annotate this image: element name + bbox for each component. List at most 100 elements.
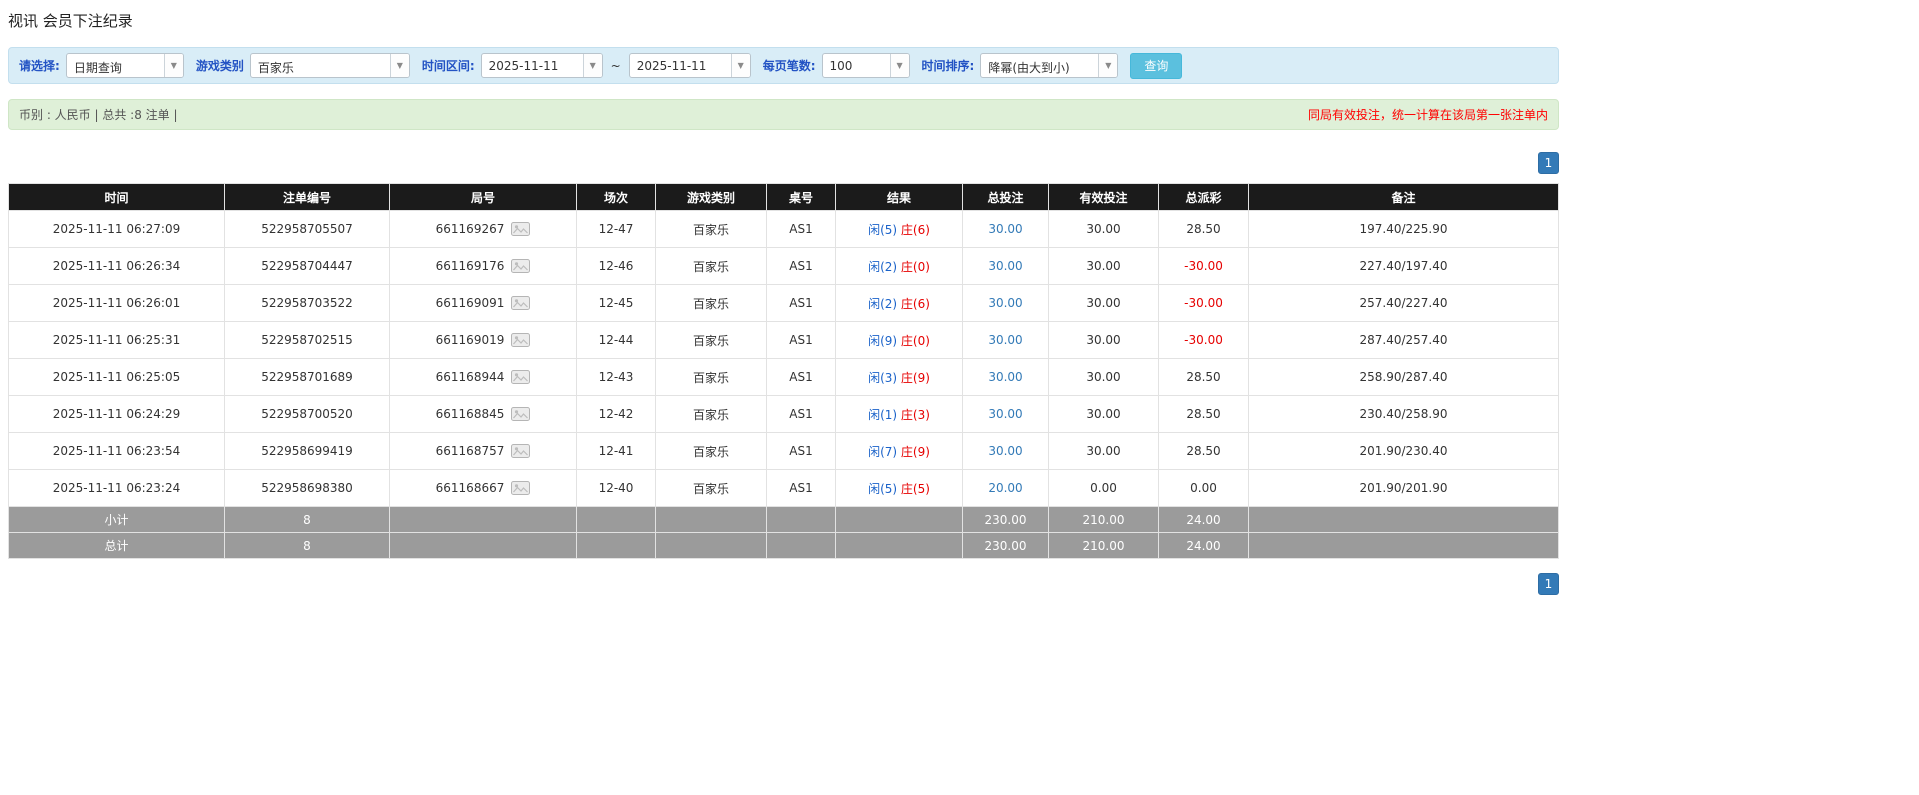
note-cell: 258.90/287.40 (1249, 359, 1559, 396)
summary-text: 币别 : 人民币 | 总共 :8 注单 | (19, 106, 178, 123)
round-cell: 661168845 (390, 396, 577, 433)
session-cell: 12-43 (577, 359, 656, 396)
total-bet-link[interactable]: 30.00 (988, 370, 1022, 384)
card-result-image-icon[interactable] (511, 296, 530, 310)
total-bet-link[interactable]: 30.00 (988, 444, 1022, 458)
date-to-select[interactable]: 2025-11-11 ▼ (629, 53, 751, 78)
game-type-value: 百家乐 (251, 54, 390, 77)
summary-valid-bet: 210.00 (1049, 507, 1159, 533)
total-bet-link[interactable]: 30.00 (988, 259, 1022, 273)
total-bet-link[interactable]: 20.00 (988, 481, 1022, 495)
banker-result: 庄(6) (901, 223, 930, 237)
game-type-select[interactable]: 百家乐 ▼ (250, 53, 410, 78)
pagination-top: 1 (8, 152, 1559, 174)
table-number-cell: AS1 (767, 322, 836, 359)
chevron-down-icon[interactable]: ▼ (164, 54, 183, 77)
page-container: 视讯 会员下注纪录 请选择: 日期查询 ▼ 游戏类别 百家乐 ▼ 时间区间: 2… (8, 10, 1559, 595)
card-result-image-icon[interactable] (511, 370, 530, 384)
card-result-image-icon[interactable] (511, 444, 530, 458)
sort-order-value: 降幂(由大到小) (981, 54, 1098, 77)
valid-bet-cell: 30.00 (1049, 248, 1159, 285)
chevron-down-icon[interactable]: ▼ (731, 54, 750, 77)
player-result: 闲(5) (868, 482, 897, 496)
result-cell: 闲(2) 庄(0) (836, 248, 963, 285)
date-range-label: 时间区间: (422, 57, 475, 74)
note-cell: 201.90/201.90 (1249, 470, 1559, 507)
chevron-down-icon[interactable]: ▼ (583, 54, 602, 77)
chevron-down-icon[interactable]: ▼ (1098, 54, 1117, 77)
search-button[interactable]: 查询 (1130, 53, 1182, 79)
query-type-select[interactable]: 日期查询 ▼ (66, 53, 184, 78)
page-size-label: 每页笔数: (763, 57, 816, 74)
time-cell: 2025-11-11 06:26:01 (9, 285, 225, 322)
card-result-image-icon[interactable] (511, 481, 530, 495)
session-cell: 12-45 (577, 285, 656, 322)
chevron-down-icon[interactable]: ▼ (890, 54, 909, 77)
result-cell: 闲(5) 庄(6) (836, 211, 963, 248)
summary-count: 8 (225, 507, 390, 533)
table-row: 2025-11-11 06:26:01522958703522661169091… (9, 285, 1559, 322)
card-result-image-icon[interactable] (511, 222, 530, 236)
summary-payout: 24.00 (1159, 507, 1249, 533)
session-cell: 12-40 (577, 470, 656, 507)
table-row: 2025-11-11 06:23:24522958698380661168667… (9, 470, 1559, 507)
card-result-image-icon[interactable] (511, 407, 530, 421)
bet-records-table: 时间注单编号局号场次游戏类别桌号结果总投注有效投注总派彩备注 2025-11-1… (8, 183, 1559, 559)
date-from-select[interactable]: 2025-11-11 ▼ (481, 53, 603, 78)
table-number-cell: AS1 (767, 470, 836, 507)
player-result: 闲(1) (868, 408, 897, 422)
result-cell: 闲(5) 庄(5) (836, 470, 963, 507)
total-bet-cell: 30.00 (963, 433, 1049, 470)
card-result-image-icon[interactable] (511, 259, 530, 273)
column-header: 总派彩 (1159, 184, 1249, 211)
valid-bet-cell: 0.00 (1049, 470, 1159, 507)
time-cell: 2025-11-11 06:25:31 (9, 322, 225, 359)
card-result-image-icon[interactable] (511, 333, 530, 347)
bet-id-cell: 522958702515 (225, 322, 390, 359)
payout-cell: -30.00 (1159, 285, 1249, 322)
column-header: 注单编号 (225, 184, 390, 211)
game-type-cell: 百家乐 (656, 433, 767, 470)
page-title: 视讯 会员下注纪录 (8, 10, 1559, 31)
time-cell: 2025-11-11 06:24:29 (9, 396, 225, 433)
time-cell: 2025-11-11 06:23:24 (9, 470, 225, 507)
table-number-cell: AS1 (767, 248, 836, 285)
total-bet-cell: 30.00 (963, 285, 1049, 322)
chevron-down-icon[interactable]: ▼ (390, 54, 409, 77)
column-header: 总投注 (963, 184, 1049, 211)
page-1-button[interactable]: 1 (1538, 573, 1559, 595)
session-cell: 12-41 (577, 433, 656, 470)
game-type-cell: 百家乐 (656, 396, 767, 433)
round-number: 661169091 (436, 296, 505, 310)
round-cell: 661169176 (390, 248, 577, 285)
result-cell: 闲(1) 庄(3) (836, 396, 963, 433)
bet-id-cell: 522958699419 (225, 433, 390, 470)
round-number: 661168845 (436, 407, 505, 421)
session-cell: 12-46 (577, 248, 656, 285)
round-cell: 661168944 (390, 359, 577, 396)
summary-payout: 24.00 (1159, 533, 1249, 559)
result-cell: 闲(9) 庄(0) (836, 322, 963, 359)
payout-cell: 28.50 (1159, 433, 1249, 470)
total-bet-link[interactable]: 30.00 (988, 407, 1022, 421)
round-number: 661169019 (436, 333, 505, 347)
total-bet-link[interactable]: 30.00 (988, 296, 1022, 310)
date-separator: ~ (609, 59, 623, 73)
time-cell: 2025-11-11 06:27:09 (9, 211, 225, 248)
round-number: 661168944 (436, 370, 505, 384)
page-1-button[interactable]: 1 (1538, 152, 1559, 174)
total-bet-link[interactable]: 30.00 (988, 222, 1022, 236)
sort-order-select[interactable]: 降幂(由大到小) ▼ (980, 53, 1118, 78)
payout-cell: 28.50 (1159, 396, 1249, 433)
column-header: 桌号 (767, 184, 836, 211)
table-number-cell: AS1 (767, 359, 836, 396)
player-result: 闲(9) (868, 334, 897, 348)
total-bet-link[interactable]: 30.00 (988, 333, 1022, 347)
table-row: 2025-11-11 06:25:31522958702515 661169019… (9, 322, 1559, 359)
payout-cell: 0.00 (1159, 470, 1249, 507)
game-type-cell: 百家乐 (656, 359, 767, 396)
payout-cell: 28.50 (1159, 359, 1249, 396)
page-size-select[interactable]: 100 ▼ (822, 53, 910, 78)
result-cell: 闲(2) 庄(6) (836, 285, 963, 322)
result-cell: 闲(7) 庄(9) (836, 433, 963, 470)
